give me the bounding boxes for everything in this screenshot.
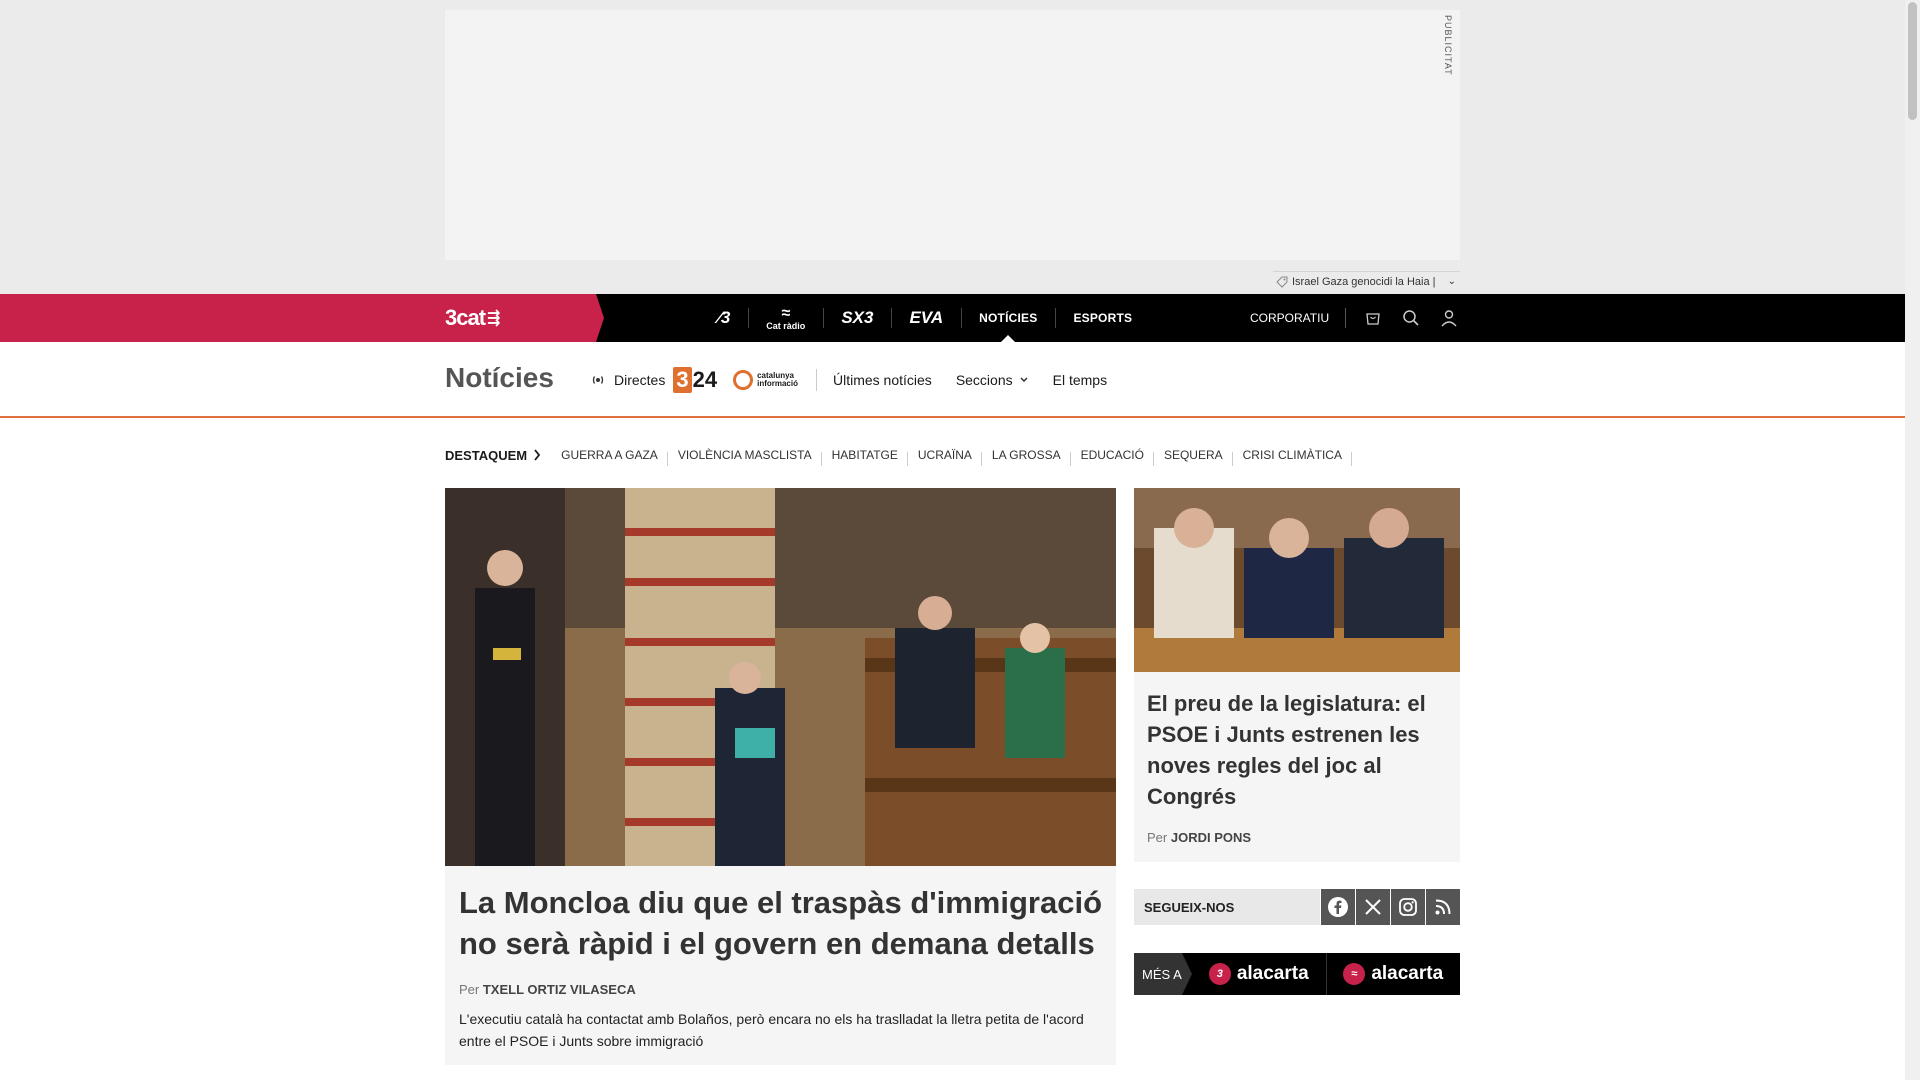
side-article-author[interactable]: JORDI PONS: [1171, 830, 1251, 845]
section-header: Notícies Directes 3 24 catalunya informac…: [0, 342, 1905, 418]
el-temps-link[interactable]: El temps: [1053, 372, 1107, 388]
324-logo-mark: 3: [673, 367, 692, 393]
seccions-label: Seccions: [955, 372, 1013, 388]
follow-us-bar: SEGUEIX-NOS: [1134, 889, 1460, 925]
seccions-dropdown[interactable]: Seccions: [956, 372, 1029, 388]
destaquem-label: DESTAQUEM: [445, 448, 541, 463]
trending-topics: DESTAQUEM GUERRA A GAZA VIOLÈNCIA MASCLI…: [445, 443, 1353, 467]
brand-swoosh-icon: ⇶: [487, 310, 500, 327]
side-article-byline: Per JORDI PONS: [1147, 830, 1252, 845]
trend-item[interactable]: VIOLÈNCIA MASCLISTA: [668, 448, 822, 466]
main-article-author[interactable]: TXELL ORTIZ VILASECA: [483, 982, 636, 997]
follow-us-label: SEGUEIX-NOS: [1134, 889, 1320, 925]
324-logo-text: 24: [692, 367, 718, 392]
ad-label: PUBLICITAT: [1443, 15, 1453, 76]
trend-item[interactable]: HABITATGE: [822, 448, 909, 466]
trend-item[interactable]: LA GROSSA: [982, 448, 1071, 466]
chevron-down-icon: [1020, 377, 1028, 383]
nav-noticies-label: NOTÍCIES: [979, 311, 1038, 325]
catradio-alacarta-link[interactable]: ≈ alacarta: [1325, 953, 1461, 995]
trend-item[interactable]: CRISI CLIMÀTICA: [1233, 448, 1353, 466]
trend-item[interactable]: EDUCACIÓ: [1071, 448, 1155, 466]
main-article-summary: L'executiu català ha contactat amb Bolañ…: [459, 1011, 1084, 1049]
page-scrollbar[interactable]: [1905, 0, 1920, 1080]
trend-item[interactable]: GUERRA A GAZA: [551, 448, 668, 466]
catradio-logo: ≈ Cat ràdio: [766, 304, 806, 331]
right-nav: CORPORATIU: [1250, 294, 1468, 342]
directes-link[interactable]: Directes: [590, 372, 665, 388]
main-article-headline[interactable]: La Moncloa diu que el traspàs d'immigrac…: [459, 882, 1104, 964]
chevron-down-icon[interactable]: ⌄: [1448, 276, 1456, 287]
catradio-badge-icon: ≈: [1343, 963, 1366, 985]
ad-band: PUBLICITAT Israel Gaza genocidi la Haia …: [0, 0, 1905, 294]
tv3-badge-icon: 3: [1208, 963, 1231, 985]
ad-slot[interactable]: [445, 10, 1460, 260]
side-article-photo[interactable]: [1134, 488, 1460, 672]
channel-tv3[interactable]: ⁄3: [700, 294, 748, 342]
main-article-card[interactable]: La Moncloa diu que el traspàs d'immigrac…: [445, 488, 1116, 1065]
sx3-logo: SX3: [841, 308, 874, 327]
section-nav: Directes 3 24 catalunya informació Últime…: [590, 362, 1131, 398]
channel-nav: ⁄3 ≈ Cat ràdio SX3 EVA NOTÍCIES ESPORTS: [700, 294, 1150, 342]
main-article-photo[interactable]: [445, 488, 1116, 866]
shop-icon[interactable]: [1354, 294, 1392, 342]
x-icon[interactable]: [1356, 889, 1390, 925]
parliament-photo: [445, 488, 1116, 866]
nav-esports[interactable]: ESPORTS: [1055, 294, 1150, 342]
rss-icon[interactable]: [1426, 889, 1460, 925]
tv3-alacarta-link[interactable]: 3 alacarta: [1192, 953, 1326, 995]
channel-sx3[interactable]: SX3: [823, 294, 891, 342]
nav-noticies[interactable]: NOTÍCIES: [961, 294, 1055, 342]
live-broadcast-icon: [592, 376, 604, 384]
catalunya-informacio-logo[interactable]: catalunya informació: [733, 370, 798, 390]
nav-esports-label: ESPORTS: [1073, 311, 1133, 325]
senate-photo: [1134, 488, 1460, 672]
main-article-byline: Per TXELL ORTIZ VILASECA: [459, 982, 636, 997]
channel-catradio[interactable]: ≈ Cat ràdio: [748, 294, 823, 342]
brand-area: [0, 294, 604, 342]
tag-strip[interactable]: Israel Gaza genocidi la Haia | ⌄: [1273, 271, 1460, 291]
tv3-alacarta-label: alacarta: [1236, 963, 1309, 984]
channel-eva[interactable]: EVA: [891, 294, 961, 342]
3cat-logo[interactable]: 3cat ⇶: [445, 304, 500, 332]
brand-name: 3cat: [445, 305, 486, 330]
trend-item[interactable]: UCRAÏNA: [908, 448, 982, 466]
side-article-card[interactable]: El preu de la legislatura: el PSOE i Jun…: [1134, 488, 1460, 862]
search-icon[interactable]: [1392, 294, 1430, 342]
tag-icon: [1276, 276, 1288, 288]
section-title[interactable]: Notícies: [445, 362, 554, 394]
corporatiu-link[interactable]: CORPORATIU: [1250, 308, 1347, 328]
324-logo[interactable]: 3 24: [673, 367, 717, 393]
scrollbar-thumb[interactable]: [1908, 2, 1917, 120]
side-article-headline[interactable]: El preu de la legislatura: el PSOE i Jun…: [1147, 688, 1447, 812]
tag-strip-text: Israel Gaza genocidi la Haia |: [1292, 275, 1436, 288]
catradio-alacarta-label: alacarta: [1371, 963, 1444, 984]
tv3-logo: ⁄3: [718, 308, 731, 327]
top-navbar: 3cat ⇶ ⁄3 ≈ Cat ràdio SX3 EVA NOTÍCIES ES…: [0, 294, 1905, 342]
ci-logo-mark: [733, 370, 754, 390]
ci-logo-text: catalunya informació: [757, 371, 798, 388]
user-icon[interactable]: [1430, 294, 1468, 342]
facebook-icon[interactable]: [1321, 889, 1355, 925]
section-divider: [816, 369, 817, 391]
directes-label: Directes: [614, 372, 666, 388]
chevron-right-icon: [534, 449, 541, 461]
ultimes-noticies-link[interactable]: Últimes notícies: [833, 372, 932, 388]
eva-logo: EVA: [909, 308, 944, 327]
mes-a-label: MÉS A: [1134, 953, 1192, 995]
page: PUBLICITAT Israel Gaza genocidi la Haia …: [0, 0, 1920, 1080]
trend-item[interactable]: SEQUERA: [1154, 448, 1233, 466]
mes-a-bar: MÉS A 3 alacarta ≈ alacarta: [1134, 953, 1460, 995]
instagram-icon[interactable]: [1391, 889, 1425, 925]
